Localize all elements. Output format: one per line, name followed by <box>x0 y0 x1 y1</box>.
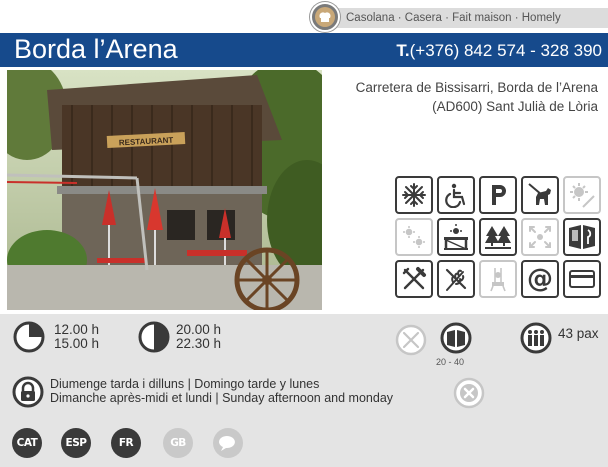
gluten-free-icon <box>437 260 475 298</box>
language-gb-icon: GB <box>163 428 193 458</box>
closing-days: Diumenge tarda i dilluns | Domingo tarde… <box>50 377 393 405</box>
restaurant-photo: RESTAURANT <box>7 70 322 310</box>
dinner-clock-icon <box>138 321 170 353</box>
title-bar: Borda l’Arena T.(+376) 842 574 - 328 390 <box>0 33 608 67</box>
lunch-open: 12.00 h <box>54 322 100 337</box>
phone-prefix: T. <box>396 41 410 60</box>
cuisine-bar: Casolana · Casera · Fait maison · Homely <box>322 8 608 28</box>
dinner-open: 20.00 h <box>176 322 222 337</box>
parking-icon <box>479 176 517 214</box>
phone-number[interactable]: T.(+376) 842 574 - 328 390 <box>396 41 602 61</box>
language-esp-icon: ESP <box>61 428 91 458</box>
info-panel: 12.00 h 15.00 h 20.00 h 22.30 h 20 - 40 … <box>0 314 608 467</box>
mountain-views-icon <box>479 218 517 256</box>
lunch-close: 15.00 h <box>54 336 100 351</box>
address: Carretera de Bissisarri, Borda de l’Aren… <box>318 78 598 116</box>
pets-allowed-icon <box>521 176 559 214</box>
lunch-hours: 12.00 h 15.00 h <box>54 323 99 351</box>
lock-icon <box>12 376 44 408</box>
closing-line-1: Diumenge tarda i dilluns | Domingo tarde… <box>50 377 320 391</box>
dinner-hours: 20.00 h 22.30 h <box>176 323 221 351</box>
email-icon: @ <box>521 260 559 298</box>
menu-price-icon <box>440 322 472 354</box>
capacity-people-icon <box>520 322 552 354</box>
restaurant-name: Borda l’Arena <box>14 34 178 64</box>
address-line-1: Carretera de Bissisarri, Borda de l’Aren… <box>355 80 598 95</box>
kids-chair-icon <box>479 260 517 298</box>
menu-book-icon <box>563 218 601 256</box>
language-fr-icon: FR <box>111 428 141 458</box>
dinner-close: 22.30 h <box>176 336 222 351</box>
capacity-text: 43 pax <box>558 326 599 341</box>
language-cat-icon: CAT <box>12 428 42 458</box>
no-service-cutlery-icon <box>395 324 427 356</box>
terrace-view-icon <box>437 218 475 256</box>
cuisine-text: Casolana · Casera · Fait maison · Homely <box>346 12 561 24</box>
address-line-2: (AD600) Sant Julià de Lòria <box>432 99 598 114</box>
terrace-sun-icon <box>563 176 601 214</box>
closed-x-icon <box>453 377 485 409</box>
air-conditioning-icon <box>395 176 433 214</box>
chef-hat-icon <box>310 2 340 32</box>
heating-icon <box>395 218 433 256</box>
credit-card-icon <box>563 260 601 298</box>
svg-text:@: @ <box>527 265 553 293</box>
other-languages-speech-icon <box>213 428 243 458</box>
closing-line-2: Dimanche après-midi et lundi | Sunday af… <box>50 391 394 405</box>
wheelchair-icon <box>437 176 475 214</box>
cutlery-icon <box>395 260 433 298</box>
lunch-clock-icon <box>13 321 45 353</box>
amenities-grid: @ <box>395 176 601 298</box>
smoking-area-icon <box>521 218 559 256</box>
phone-value: (+376) 842 574 - 328 390 <box>409 41 602 60</box>
menu-price-range: 20 - 40 <box>436 357 465 367</box>
